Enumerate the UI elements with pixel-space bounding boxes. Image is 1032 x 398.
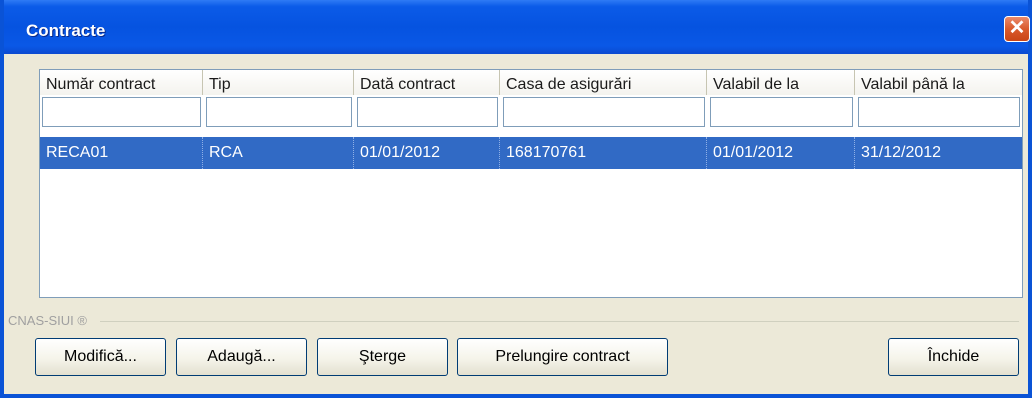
add-button[interactable]: Adaugă... <box>176 338 307 376</box>
window-title: Contracte <box>26 21 106 40</box>
column-header-data-contract[interactable]: Dată contract <box>354 70 500 95</box>
modify-button[interactable]: Modifică... <box>35 338 166 376</box>
column-header-numar-contract[interactable]: Număr contract <box>40 70 203 95</box>
column-header-valabil-de-la[interactable]: Valabil de la <box>707 70 855 95</box>
delete-button[interactable]: Şterge <box>317 338 448 376</box>
column-header-casa-asigurari[interactable]: Casa de asigurări <box>500 70 707 95</box>
close-window-button[interactable]: ✕ <box>1004 16 1030 42</box>
cell-tip: RCA <box>203 137 354 169</box>
cell-valabil-pana-la: 31/12/2012 <box>861 144 942 161</box>
filter-tip-input[interactable] <box>206 97 352 127</box>
column-header-tip[interactable]: Tip <box>203 70 354 95</box>
table-row[interactable]: RECA01 RCA 01/01/2012 168170761 01/01/20… <box>40 137 1022 169</box>
column-header-valabil-pana-la[interactable]: Valabil până la <box>855 70 1022 95</box>
contracts-grid: Număr contract Tip Dată contract Casa de… <box>39 69 1023 298</box>
filter-valabil-pana-la-input[interactable] <box>858 97 1020 127</box>
title-bar[interactable]: Contracte ✕ <box>4 0 1030 54</box>
cell-data-contract: 01/01/2012 <box>354 137 500 169</box>
grid-header: Număr contract Tip Dată contract Casa de… <box>40 70 1022 95</box>
filter-casa-asigurari-input[interactable] <box>503 97 705 127</box>
contracte-dialog: Contracte ✕ Număr contract Tip Dată cont… <box>0 0 1032 398</box>
close-button[interactable]: Închide <box>888 338 1019 376</box>
filter-row <box>40 95 1022 131</box>
filter-numar-contract-input[interactable] <box>42 97 201 127</box>
cell-numar-contract: RECA01 <box>40 137 203 169</box>
filter-data-contract-input[interactable] <box>357 97 498 127</box>
group-label: CNAS-SIUI ® <box>8 313 87 328</box>
cell-casa-asigurari: 168170761 <box>500 137 707 169</box>
extend-contract-button[interactable]: Prelungire contract <box>457 338 668 376</box>
close-icon: ✕ <box>1008 17 1026 39</box>
cell-valabil-de-la: 01/01/2012 <box>707 137 855 169</box>
filter-valabil-de-la-input[interactable] <box>710 97 853 127</box>
group-divider <box>100 321 1019 322</box>
